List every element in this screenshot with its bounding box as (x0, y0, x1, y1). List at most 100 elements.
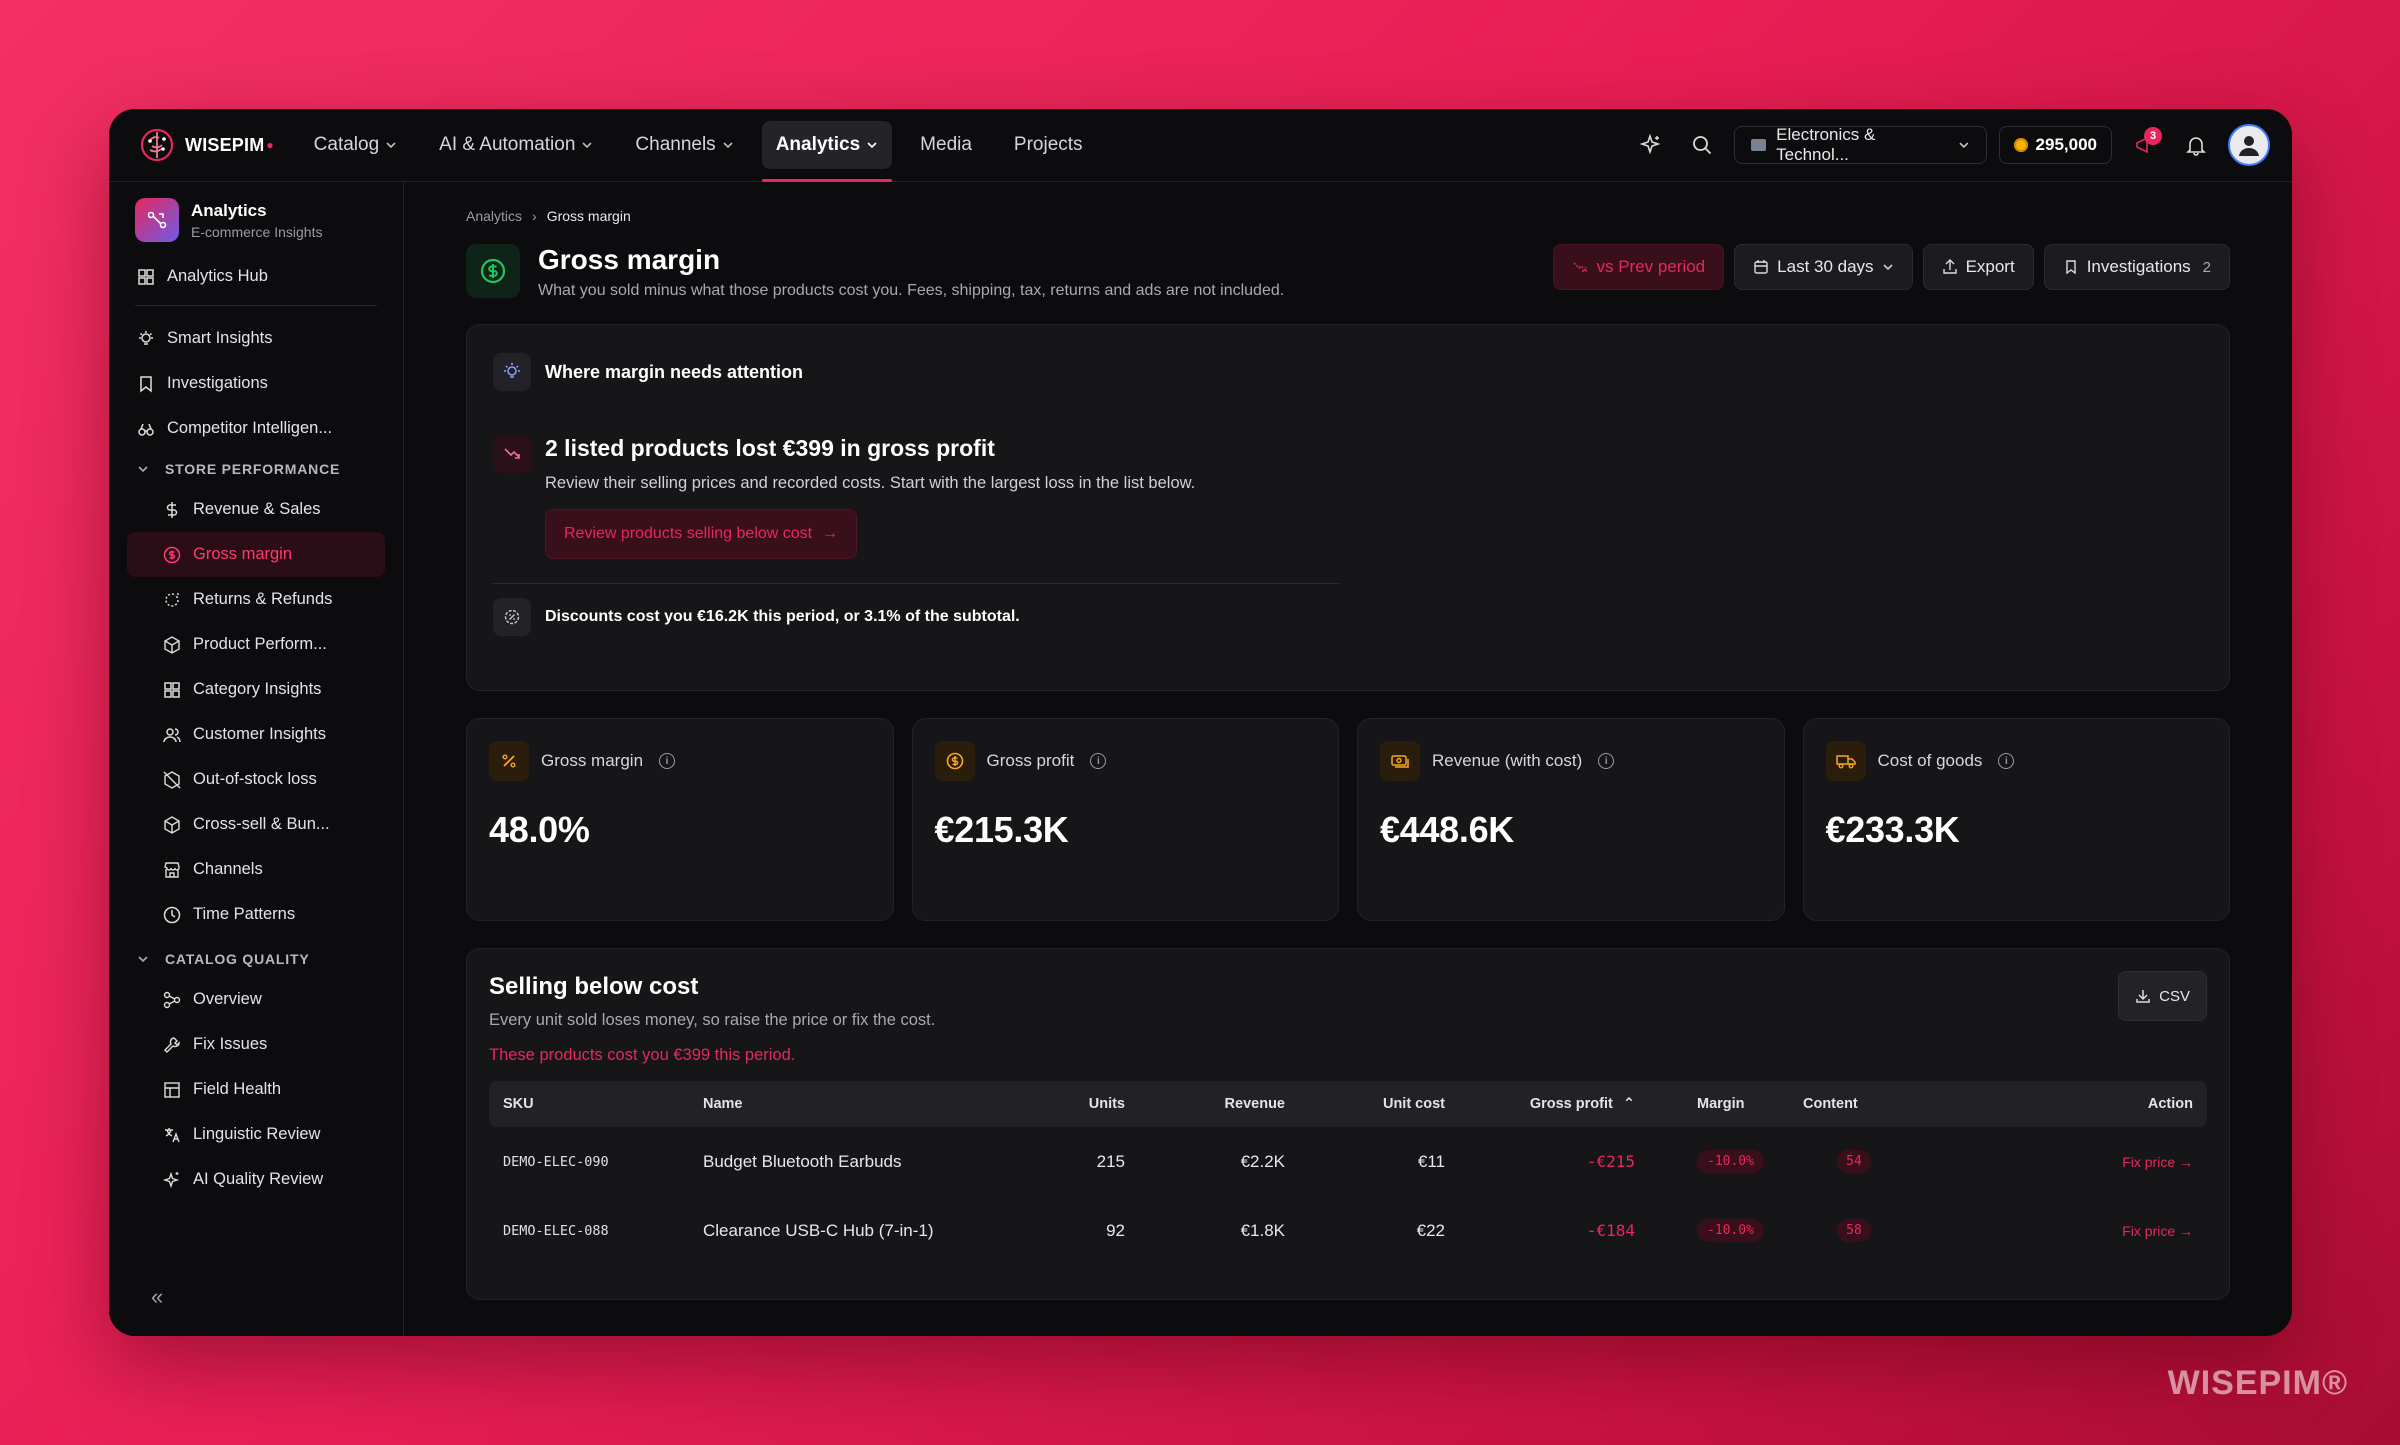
page-header: Gross margin What you sold minus what th… (466, 244, 2230, 300)
nav-media[interactable]: Media (906, 121, 986, 169)
sidebar-item-gross-margin[interactable]: Gross margin (127, 532, 385, 577)
nav-ai-automation[interactable]: AI & Automation (425, 121, 607, 169)
info-icon[interactable]: i (1998, 753, 2015, 769)
fix-price-link[interactable]: Fix price → (2122, 1223, 2193, 1239)
selling-below-cost-card: Selling below cost Every unit sold loses… (466, 948, 2230, 1300)
table-icon (164, 1081, 180, 1098)
sidebar-item-field-health[interactable]: Field Health (127, 1067, 385, 1112)
investigations-button[interactable]: Investigations 2 (2043, 244, 2230, 290)
csv-download-button[interactable]: CSV (2118, 971, 2207, 1021)
notifications-button[interactable] (2176, 125, 2216, 165)
sidebar-title: Analytics (191, 200, 267, 220)
sidebar-item-label: Smart Insights (167, 329, 273, 347)
sidebar-section-catalog-quality[interactable]: CATALOG QUALITY (127, 941, 385, 977)
page-icon (466, 244, 520, 298)
export-label: Export (1965, 257, 2015, 276)
nav-catalog[interactable]: Catalog (300, 121, 412, 169)
content-score-badge: 58 (1837, 1219, 1871, 1242)
nav-analytics[interactable]: Analytics (761, 121, 893, 182)
cell-content: 54 (1789, 1127, 1919, 1196)
loss-insight: 2 listed products lost €399 in gross pro… (493, 435, 2203, 559)
store-selector[interactable]: Electronics & Technol... (1733, 125, 1987, 164)
chevron-down-icon (138, 956, 148, 963)
clock-icon (163, 906, 181, 923)
sidebar-section-store-performance[interactable]: STORE PERFORMANCE (127, 451, 385, 487)
dollar-circle-icon (480, 258, 506, 284)
margin-attention-card: Where margin needs attention 2 listed pr… (466, 324, 2230, 691)
column-header-gross-profit[interactable]: Gross profit ⌃ (1459, 1081, 1649, 1127)
search-button[interactable] (1682, 125, 1722, 165)
sparkle-icon (163, 1171, 180, 1188)
table-row[interactable]: DEMO-ELEC-090 Budget Bluetooth Earbuds 2… (489, 1127, 2207, 1196)
review-below-cost-button[interactable]: Review products selling below cost → (545, 509, 858, 559)
csv-label: CSV (2159, 987, 2190, 1005)
folder-icon (1750, 139, 1767, 151)
logo[interactable]: WISEPIM ● (137, 125, 274, 165)
column-header-action: Action (2147, 1096, 2193, 1112)
compare-prev-period-button[interactable]: vs Prev period (1553, 244, 1725, 290)
date-range-label: Last 30 days (1777, 257, 1874, 276)
sidebar-item-out-of-stock-loss[interactable]: Out-of-stock loss (127, 757, 385, 802)
kpi-label: Gross profit (986, 751, 1075, 770)
page-actions: vs Prev period Last 30 days Export Inves… (1553, 244, 2230, 290)
info-icon[interactable]: i (1090, 753, 1107, 769)
bell-icon (2186, 137, 2206, 156)
sidebar-item-linguistic-review[interactable]: Linguistic Review (127, 1112, 385, 1157)
dollar-coin-icon (934, 741, 975, 781)
users-icon (163, 727, 181, 742)
sidebar-item-time-patterns[interactable]: Time Patterns (127, 892, 385, 937)
lightbulb-icon (493, 353, 531, 391)
sidebar-item-cross-sell-bundles[interactable]: Cross-sell & Bun... (127, 802, 385, 847)
sidebar-item-revenue-sales[interactable]: Revenue & Sales (127, 487, 385, 532)
sidebar-item-product-performance[interactable]: Product Perform... (127, 622, 385, 667)
sidebar-item-customer-insights[interactable]: Customer Insights (127, 712, 385, 757)
bookmark-icon (140, 375, 152, 393)
kpi-value: €448.6K (1380, 809, 1515, 850)
sidebar-item-label: Analytics Hub (167, 267, 268, 285)
loss-insight-title: 2 listed products lost €399 in gross pro… (545, 435, 995, 461)
sidebar-item-returns-refunds[interactable]: Returns & Refunds (127, 577, 385, 622)
discount-note: Discounts cost you €16.2K this period, o… (545, 608, 1020, 625)
kpi-revenue-with-cost: Revenue (with cost) i €448.6K (1357, 718, 1785, 921)
analytics-app-icon (135, 198, 179, 242)
column-header-units[interactable]: Units (1049, 1081, 1139, 1127)
sidebar-item-investigations[interactable]: Investigations (127, 361, 385, 406)
fix-price-link[interactable]: Fix price → (2122, 1154, 2193, 1170)
section-label: CATALOG QUALITY (165, 951, 310, 967)
nav-projects[interactable]: Projects (1000, 121, 1097, 169)
nav-channels[interactable]: Channels (621, 121, 747, 169)
updates-button[interactable]: 3 (2124, 125, 2164, 165)
info-icon[interactable]: i (1598, 753, 1615, 769)
collapse-sidebar-button[interactable]: « (151, 1284, 163, 1310)
ai-sparkle-button[interactable] (1630, 125, 1670, 165)
cell-action: Fix price → (1919, 1196, 2207, 1265)
sidebar-item-channels[interactable]: Channels (127, 847, 385, 892)
column-header-sku[interactable]: SKU (489, 1081, 689, 1127)
sidebar-item-overview[interactable]: Overview (127, 977, 385, 1022)
column-header-name[interactable]: Name (689, 1081, 1049, 1127)
credits-balance[interactable]: 295,000 (1998, 126, 2112, 164)
page-description: What you sold minus what those products … (538, 282, 1285, 299)
info-icon[interactable]: i (659, 753, 676, 769)
breadcrumb-root[interactable]: Analytics (466, 208, 522, 224)
column-header-margin[interactable]: Margin (1649, 1081, 1789, 1127)
column-header-content[interactable]: Content (1789, 1081, 1919, 1127)
attention-header: Where margin needs attention (493, 353, 2203, 391)
table-row[interactable]: DEMO-ELEC-088 Clearance USB-C Hub (7-in-… (489, 1196, 2207, 1265)
sidebar-item-fix-issues[interactable]: Fix Issues (127, 1022, 385, 1067)
sidebar-item-category-insights[interactable]: Category Insights (127, 667, 385, 712)
sidebar-item-smart-insights[interactable]: Smart Insights (127, 316, 385, 361)
user-avatar[interactable] (2228, 124, 2270, 166)
cell-sku: DEMO-ELEC-088 (503, 1222, 609, 1239)
content-score-badge: 54 (1837, 1150, 1871, 1173)
sidebar-item-ai-quality-review[interactable]: AI Quality Review (127, 1157, 385, 1202)
percent-icon (489, 741, 529, 781)
chevron-down-icon (1882, 264, 1893, 271)
cash-icon (1380, 741, 1420, 781)
export-button[interactable]: Export (1922, 244, 2034, 290)
sidebar-item-analytics-hub[interactable]: Analytics Hub (127, 254, 385, 299)
sidebar-item-competitor-intelligence[interactable]: Competitor Intelligen... (127, 406, 385, 451)
date-range-button[interactable]: Last 30 days (1734, 244, 1913, 290)
column-header-unit-cost[interactable]: Unit cost (1299, 1081, 1459, 1127)
column-header-revenue[interactable]: Revenue (1139, 1081, 1299, 1127)
